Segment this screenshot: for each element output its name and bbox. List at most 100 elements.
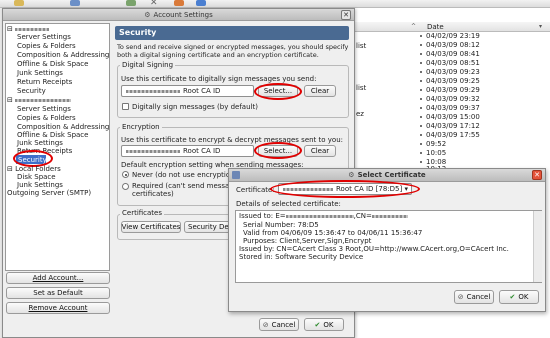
tree-item-disk-space[interactable]: Disk Space (17, 173, 56, 181)
message-date: 04/03/09 17:12 (426, 122, 480, 130)
status-dot (420, 161, 422, 163)
gear-icon: ⚙ (348, 171, 355, 179)
message-date: 04/03/09 09:32 (426, 95, 480, 103)
encryption-select-button[interactable]: Select... (258, 145, 298, 157)
status-dot (420, 71, 422, 73)
tree-item-offline[interactable]: Offline & Disk Space (17, 60, 88, 68)
background-toolbar: ✕ (0, 0, 550, 8)
status-dot (420, 44, 422, 46)
details-scrollbar[interactable] (533, 211, 542, 282)
message-date: 04/03/09 08:51 (426, 59, 480, 67)
message-date: 04/03/09 15:00 (426, 113, 480, 121)
status-dot (420, 134, 422, 136)
encryption-clear-button[interactable]: Clear (304, 145, 336, 157)
toolbar-icon[interactable] (174, 0, 184, 6)
cancel-icon: ⊘ (457, 293, 464, 301)
subject-fragment: ez (356, 110, 364, 118)
tree-item-copies-folders[interactable]: Copies & Folders (17, 114, 76, 122)
signing-certificate-field: Root CA ID (121, 85, 254, 97)
dialog-title: Account Settings (153, 10, 213, 19)
message-date: 04/03/09 09:23 (426, 68, 480, 76)
ok-button[interactable]: ✔ OK (304, 318, 344, 331)
subject-fragment: list (356, 42, 367, 50)
delete-icon[interactable]: ✕ (150, 0, 158, 8)
tree-item-security-selected[interactable]: Security (18, 156, 47, 164)
tree-item-return-receipts[interactable]: Return Receipts (17, 78, 72, 86)
purposes-line: Purposes: Client,Server,Sign,Encrypt (243, 237, 372, 245)
status-dot (420, 152, 422, 154)
account-node[interactable]: ⊟ (7, 96, 72, 104)
cancel-icon: ⊘ (262, 320, 269, 329)
message-date: 04/03/09 09:29 (426, 86, 480, 94)
message-date: 09:52 (426, 140, 447, 148)
tree-item-copies-folders[interactable]: Copies & Folders (17, 42, 76, 50)
tree-item-composition[interactable]: Composition & Addressing (17, 123, 109, 131)
sort-arrow-icon[interactable]: ^ (411, 23, 416, 30)
view-certificates-button[interactable]: View Certificates (121, 221, 181, 233)
cert-cancel-button[interactable]: ⊘ Cancel (454, 290, 494, 304)
message-date: 04/03/09 08:41 (426, 50, 480, 58)
section-title: Security (119, 28, 157, 37)
status-dot (420, 107, 422, 109)
set-default-button[interactable]: Set as Default (6, 287, 110, 299)
date-column-header[interactable]: Date (427, 23, 444, 31)
certificates-label: Certificates (120, 209, 165, 217)
tree-item-junk[interactable]: Junk Settings (17, 181, 63, 189)
tree-item-local-folders[interactable]: ⊟ Local Folders (7, 165, 61, 173)
cert-ok-button[interactable]: ✔ OK (499, 290, 539, 304)
sign-by-default-label: Digitally sign messages (by default) (132, 103, 258, 111)
column-picker-icon[interactable]: ▾ (539, 23, 542, 30)
tree-item-return-receipts[interactable]: Return Receipts (17, 147, 72, 155)
certificate-dropdown[interactable]: Root CA ID [78:D5] ▾ (278, 183, 412, 195)
tree-item-junk[interactable]: Junk Settings (17, 139, 63, 147)
never-encrypt-radio[interactable] (122, 171, 129, 178)
required-encrypt-radio[interactable] (122, 183, 129, 190)
signing-instruction: Use this certificate to digitally sign m… (121, 75, 317, 83)
message-list-header: ^ Date ▾ (353, 22, 550, 32)
account-node[interactable]: ⊟ (7, 25, 50, 33)
status-dot (420, 116, 422, 118)
message-date: 04/03/09 09:37 (426, 104, 480, 112)
dropdown-arrow-icon: ▾ (404, 185, 408, 193)
required-encrypt-label-2: certificates) (132, 190, 174, 198)
toolbar-icon[interactable] (196, 0, 206, 6)
tree-item-security[interactable]: Security (17, 87, 46, 95)
cancel-button[interactable]: ⊘ Cancel (259, 318, 299, 331)
tree-item-server-settings[interactable]: Server Settings (17, 105, 71, 113)
close-icon[interactable]: ✕ (532, 170, 542, 180)
window-icon (232, 171, 240, 179)
signing-clear-button[interactable]: Clear (304, 85, 336, 97)
toolbar-icon[interactable] (14, 0, 24, 6)
sign-by-default-checkbox[interactable] (122, 103, 129, 110)
tree-item-server-settings[interactable]: Server Settings (17, 33, 71, 41)
issued-to-line: Issued to: E= ,CN= (239, 212, 408, 220)
check-icon: ✔ (509, 293, 516, 301)
dialog-title-bar: ⚙ Account Settings (3, 9, 354, 21)
tree-item-junk[interactable]: Junk Settings (17, 69, 63, 77)
remove-account-button[interactable]: Remove Account (6, 302, 110, 314)
message-date: 04/02/09 23:19 (426, 32, 480, 40)
toolbar-icon[interactable] (70, 0, 80, 6)
section-header: Security (115, 26, 349, 40)
signing-select-button[interactable]: Select... (258, 85, 298, 97)
serial-number-line: Serial Number: 78:D5 (243, 221, 319, 229)
status-dot (420, 89, 422, 91)
toolbar-icon[interactable] (126, 0, 136, 6)
check-icon: ✔ (314, 320, 321, 329)
digital-signing-label: Digital Signing (120, 61, 176, 69)
status-dot (420, 62, 422, 64)
status-dot (420, 98, 422, 100)
status-dot (420, 53, 422, 55)
status-dot (420, 80, 422, 82)
message-date: 04/03/09 17:55 (426, 131, 480, 139)
tree-item-composition[interactable]: Composition & Addressing (17, 51, 109, 59)
never-encrypt-label: Never (do not use encryption) (132, 171, 238, 179)
tree-item-outgoing-server[interactable]: Outgoing Server (SMTP) (7, 189, 91, 197)
status-dot (420, 125, 422, 127)
subject-fragment: list (356, 84, 367, 92)
add-account-button[interactable]: Add Account... (6, 272, 110, 284)
close-icon[interactable]: ✕ (341, 10, 351, 20)
dialog-title: Select Certificate (357, 171, 426, 179)
tree-item-offline[interactable]: Offline & Disk Space (17, 131, 88, 139)
intro-text: To send and receive signed or encrypted … (117, 43, 349, 59)
